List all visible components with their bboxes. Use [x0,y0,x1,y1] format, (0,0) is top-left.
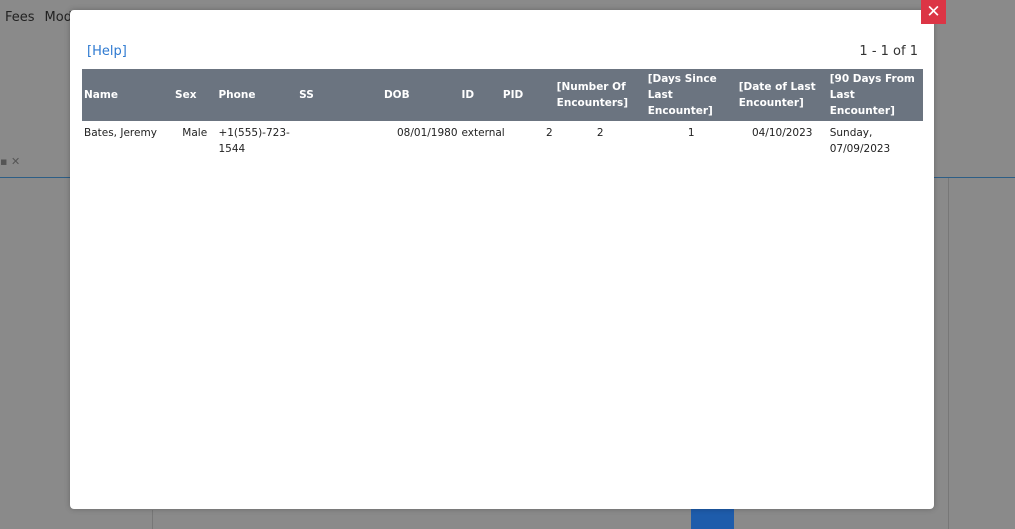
menu-item-mod: Mod [44,10,72,25]
background-blue-button [691,508,734,529]
cell-days-since-last: 1 [687,127,695,139]
cell-90-days: Sunday, 07/09/2023 [829,127,891,155]
col-header-90-days[interactable]: [90 Days From Last Encounter] [827,69,923,121]
cell-id: external [461,127,505,139]
table-row: Bates, Jeremy Male +1(555)-723-1544 08/0… [82,121,923,161]
help-link[interactable]: [Help] [87,44,127,59]
background-lower-divider [152,510,153,529]
col-header-ss[interactable]: SS [297,69,382,121]
report-modal: [Help] 1 - 1 of 1 Name Sex Phone SS DOB … [70,10,934,509]
col-header-sex[interactable]: Sex [173,69,217,121]
cell-sex: Male [182,127,208,139]
table-header-row: Name Sex Phone SS DOB ID PID [Number Of … [82,69,923,121]
close-button[interactable]: ✕ [921,0,946,24]
results-table: Name Sex Phone SS DOB ID PID [Number Of … [82,69,923,161]
background-tab-icons: ▪ ✕ [0,155,21,168]
cell-ss [297,121,382,161]
cell-phone: +1(555)-723-1544 [218,127,290,155]
col-header-days-since-last[interactable]: [Days Since Last Encounter] [645,69,737,121]
cell-number-of-encounters: 2 [596,127,604,139]
background-panel-border [948,178,949,529]
col-header-date-last[interactable]: [Date of Last Encounter] [736,69,828,121]
col-header-pid[interactable]: PID [500,69,555,121]
cell-date-last: 04/10/2023 [751,127,813,139]
col-header-phone[interactable]: Phone [216,69,298,121]
close-icon: ✕ [926,2,941,22]
cell-name: Bates, Jeremy [84,127,157,139]
col-header-dob[interactable]: DOB [381,69,460,121]
cell-pid: 2 [545,127,553,139]
col-header-name[interactable]: Name [82,69,174,121]
col-header-id[interactable]: ID [459,69,501,121]
menu-item-fees: Fees [5,10,35,25]
pagination-text: 1 - 1 of 1 [859,44,918,59]
col-header-number-of-encounters[interactable]: [Number Of Encounters] [554,69,646,121]
cell-dob: 08/01/1980 [396,127,458,139]
